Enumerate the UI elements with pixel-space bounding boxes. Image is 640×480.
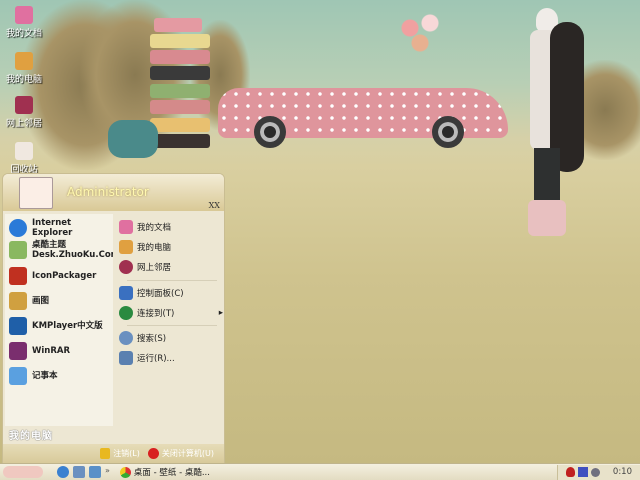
menu-item-control-panel[interactable]: 控制面板(C): [119, 286, 184, 300]
menu-item-my-documents[interactable]: 我的文档: [119, 220, 171, 234]
menu-item-internet-explorer[interactable]: Internet Explorer: [9, 218, 113, 238]
clock[interactable]: 0:10: [613, 467, 632, 477]
separator: [127, 280, 217, 281]
submenu-arrow-icon: ▸: [218, 308, 223, 318]
run-icon: [119, 351, 133, 365]
paint-icon: [9, 292, 27, 310]
logoff-button[interactable]: 注销(L): [100, 448, 140, 459]
network-icon: [119, 260, 133, 274]
my-computer-icon: [119, 240, 133, 254]
menu-item-paint[interactable]: 画图: [9, 292, 49, 310]
zhuoku-icon: [9, 241, 27, 259]
iconpackager-icon: [9, 267, 27, 285]
shutdown-button[interactable]: 关闭计算机(U): [147, 448, 214, 459]
start-button[interactable]: [3, 466, 43, 478]
desktop-icon-network[interactable]: 网上邻居: [2, 96, 46, 129]
desktop-icon-my-computer[interactable]: 我的电脑: [2, 52, 46, 85]
separator: [127, 325, 217, 326]
notepad-icon: [9, 367, 27, 385]
corner-label: XX: [208, 201, 220, 210]
lock-icon: [100, 448, 111, 459]
menu-item-notepad[interactable]: 记事本: [9, 367, 58, 385]
menu-item-connect-to[interactable]: 连接到(T) ▸: [119, 306, 223, 320]
media-icon[interactable]: [73, 466, 85, 478]
control-panel-icon: [119, 286, 133, 300]
more-chevron-icon[interactable]: »: [105, 466, 110, 478]
menu-item-iconpackager[interactable]: IconPackager: [9, 267, 96, 285]
search-icon: [119, 331, 133, 345]
menu-item-network[interactable]: 网上邻居: [119, 260, 171, 274]
network-icon[interactable]: [577, 467, 588, 477]
all-programs-deco[interactable]: 我的电脑: [9, 427, 53, 442]
start-menu: Administrator XX Internet Explorer 桌酷主题 D…: [2, 173, 225, 463]
avatar[interactable]: [19, 177, 53, 209]
menu-item-run[interactable]: 运行(R)...: [119, 351, 175, 365]
quick-launch: »: [57, 466, 110, 478]
chrome-icon: [119, 466, 131, 478]
start-menu-header: Administrator XX: [3, 174, 224, 211]
winrar-icon: [9, 342, 27, 360]
my-computer-icon: [15, 52, 33, 70]
zhuoku-labels: 桌酷主题 Desk.ZhuoKu.Com: [32, 240, 120, 260]
my-documents-icon: [119, 220, 133, 234]
menu-item-my-computer[interactable]: 我的电脑: [119, 240, 171, 254]
pinned-programs: Internet Explorer 桌酷主题 Desk.ZhuoKu.Com Ic…: [5, 214, 120, 426]
desktop-icon[interactable]: [89, 466, 101, 478]
power-icon: [147, 448, 159, 459]
menu-item-zhuoku[interactable]: 桌酷主题 Desk.ZhuoKu.Com: [9, 240, 120, 260]
system-tray: 0:10: [556, 464, 640, 480]
qq-icon[interactable]: [565, 467, 575, 477]
my-documents-icon: [15, 6, 33, 24]
taskbar: » 桌面 - 壁纸 - 桌酷... 0:10: [0, 463, 640, 480]
desktop-icon-my-documents[interactable]: 我的文档: [2, 6, 46, 39]
connect-icon: [119, 306, 133, 320]
user-name: Administrator: [67, 185, 149, 199]
ie-icon: [9, 219, 27, 237]
menu-item-kmplayer[interactable]: KMPlayer中文版: [9, 317, 103, 335]
recycle-bin-icon: [15, 142, 33, 160]
start-menu-footer: 注销(L) 关闭计算机(U): [3, 444, 224, 463]
desktop-icon-recycle-bin[interactable]: 回收站: [2, 142, 46, 175]
menu-item-search[interactable]: 搜索(S): [119, 331, 166, 345]
volume-icon[interactable]: [590, 467, 600, 477]
kmplayer-icon: [9, 317, 27, 335]
places-panel: 我的文档 我的电脑 网上邻居 控制面板(C) 连接到(T) ▸ 搜索(S) 运行(…: [113, 211, 224, 444]
menu-item-winrar[interactable]: WinRAR: [9, 342, 70, 360]
network-icon: [15, 96, 33, 114]
taskbar-task[interactable]: 桌面 - 壁纸 - 桌酷...: [119, 465, 212, 479]
ie-icon[interactable]: [57, 466, 69, 478]
